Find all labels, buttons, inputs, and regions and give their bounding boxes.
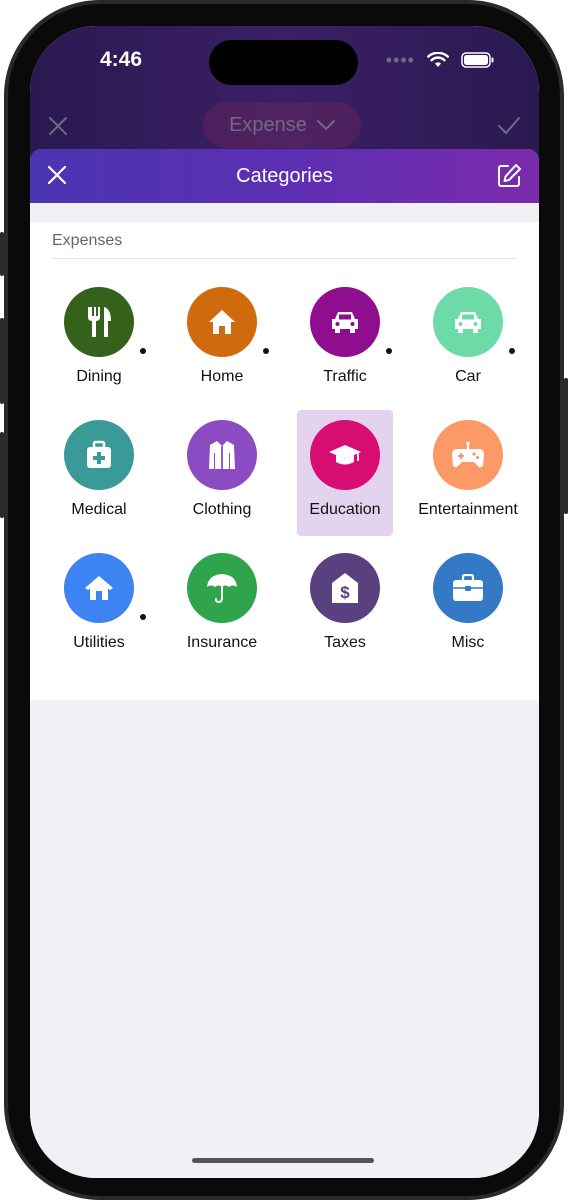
transaction-type-label: Expense	[229, 113, 307, 136]
category-icon-circle	[64, 420, 134, 490]
categories-sheet: Categories Expenses Dining Home Traffic …	[30, 149, 539, 1178]
graduation-cap-icon	[329, 445, 361, 465]
category-indicator-dot	[140, 348, 146, 354]
dynamic-island	[209, 40, 358, 85]
category-label: Entertainment	[418, 501, 518, 518]
phone-power-button	[564, 378, 568, 514]
jacket-icon	[209, 441, 235, 469]
expenses-card: Expenses Dining Home Traffic Car Medical…	[30, 222, 539, 700]
category-car[interactable]: Car	[420, 277, 516, 403]
category-indicator-dot	[140, 614, 146, 620]
category-icon-circle	[433, 553, 503, 623]
category-label: Insurance	[186, 634, 258, 651]
category-entertainment[interactable]: Entertainment	[418, 410, 518, 536]
phone-volume-down	[0, 432, 4, 518]
category-label: Medical	[71, 501, 127, 518]
medical-kit-icon	[87, 440, 111, 468]
category-icon-circle	[310, 420, 380, 490]
category-label: Clothing	[192, 501, 252, 518]
dining-icon	[88, 307, 111, 337]
wifi-icon	[427, 52, 449, 67]
category-traffic[interactable]: Traffic	[297, 277, 393, 403]
briefcase-icon	[453, 574, 483, 601]
screen: 4:46 •••• Expense Categories Expenses Di…	[30, 26, 539, 1178]
category-medical[interactable]: Medical	[51, 410, 147, 536]
category-icon-circle: $	[310, 553, 380, 623]
sheet-header: Categories	[30, 149, 539, 203]
chevron-down-icon	[316, 120, 335, 131]
category-label: Taxes	[324, 634, 366, 651]
category-taxes[interactable]: $ Taxes	[297, 543, 393, 669]
cellular-signal-icon: ••••	[385, 50, 415, 70]
category-label: Traffic	[323, 368, 367, 385]
category-icon-circle	[433, 420, 503, 490]
home-icon	[209, 310, 235, 334]
car-icon	[332, 312, 358, 333]
category-label: Education	[309, 501, 381, 518]
category-label: Home	[200, 368, 244, 385]
phone-mute-switch	[0, 232, 4, 276]
car-icon	[455, 312, 481, 333]
status-time: 4:46	[100, 48, 143, 71]
category-icon-circle	[187, 553, 257, 623]
house-utilities-icon	[85, 576, 113, 600]
category-indicator-dot	[263, 348, 269, 354]
category-indicator-dot	[386, 348, 392, 354]
background-check-icon	[498, 117, 520, 135]
sheet-title: Categories	[236, 165, 333, 187]
category-misc[interactable]: Misc	[420, 543, 516, 669]
background-close-icon	[49, 117, 67, 135]
category-icon-circle	[187, 420, 257, 490]
umbrella-icon	[207, 574, 237, 604]
category-indicator-dot	[509, 348, 515, 354]
category-icon-circle	[64, 287, 134, 357]
background-app-header: 4:46 •••• Expense	[30, 26, 539, 166]
category-utilities[interactable]: Utilities	[51, 543, 147, 669]
gamepad-icon	[452, 441, 484, 468]
tax-house-icon: $	[332, 573, 358, 603]
category-label: Utilities	[73, 634, 125, 651]
battery-icon	[461, 52, 494, 68]
category-label: Dining	[76, 368, 122, 385]
svg-text:$: $	[340, 583, 350, 602]
transaction-type-selector: Expense	[203, 102, 361, 148]
phone-volume-up	[0, 318, 4, 404]
home-indicator[interactable]	[192, 1158, 374, 1163]
section-label: Expenses	[52, 232, 123, 249]
category-education[interactable]: Education	[297, 410, 393, 536]
edit-icon[interactable]	[495, 162, 523, 190]
category-icon-circle	[433, 287, 503, 357]
category-icon-circle	[310, 287, 380, 357]
category-clothing[interactable]: Clothing	[174, 410, 270, 536]
category-label: Car	[455, 368, 481, 385]
category-home[interactable]: Home	[174, 277, 270, 403]
category-icon-circle	[187, 287, 257, 357]
category-dining[interactable]: Dining	[51, 277, 147, 403]
status-icons: ••••	[385, 50, 495, 70]
category-icon-circle	[64, 553, 134, 623]
category-label: Misc	[451, 634, 485, 651]
section-divider	[52, 258, 517, 259]
category-insurance[interactable]: Insurance	[174, 543, 270, 669]
